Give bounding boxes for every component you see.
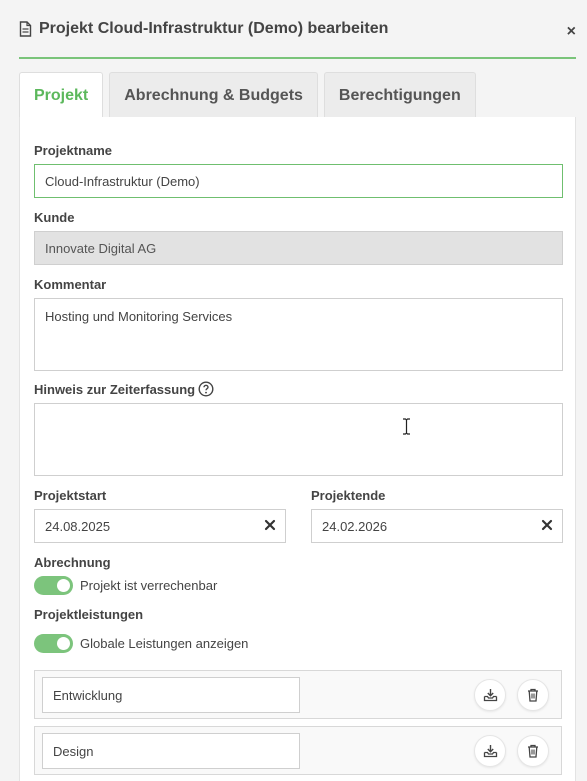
globale-toggle[interactable]: [34, 634, 73, 653]
close-icon[interactable]: ×: [567, 24, 576, 40]
form-panel: Projektname Cloud-Infrastruktur (Demo) K…: [19, 117, 576, 781]
kommentar-label: Kommentar: [34, 277, 107, 292]
projektende-label: Projektende: [311, 488, 386, 503]
question-circle-icon[interactable]: [198, 381, 214, 397]
verrechenbar-toggle[interactable]: [34, 576, 73, 595]
import-button[interactable]: [474, 679, 506, 711]
globale-row: Globale Leistungen anzeigen: [34, 634, 248, 653]
service-row: Entwicklung: [34, 670, 562, 719]
leistungen-label: Projektleistungen: [34, 607, 144, 622]
projektname-label: Projektname: [34, 143, 113, 158]
hinweis-label: Hinweis zur Zeiterfassung: [34, 381, 214, 397]
x-icon[interactable]: [541, 519, 553, 531]
verrechenbar-row: Projekt ist verrechenbar: [34, 576, 217, 595]
tray-download-icon: [483, 745, 497, 758]
projektstart-label: Projektstart: [34, 488, 107, 503]
abrechnung-label: Abrechnung: [34, 555, 111, 570]
projektende-value: 24.02.2026: [322, 518, 388, 534]
text-cursor-icon: [403, 418, 410, 435]
delete-button[interactable]: [517, 679, 549, 711]
document-icon: [19, 20, 33, 37]
delete-button[interactable]: [517, 735, 549, 767]
tray-download-icon: [483, 689, 497, 702]
tab-projekt[interactable]: Projekt: [19, 72, 104, 118]
tab-berechtigungen[interactable]: Berechtigungen: [323, 72, 476, 118]
tab-abrechnung-budgets[interactable]: Abrechnung & Budgets: [109, 72, 318, 118]
kunde-value: Innovate Digital AG: [45, 240, 157, 256]
service-name-input[interactable]: Entwicklung: [42, 677, 300, 713]
kunde-label: Kunde: [34, 210, 75, 225]
service-name-input[interactable]: Design: [42, 733, 300, 769]
dialog-title: Projekt Cloud-Infrastruktur (Demo) bearb…: [39, 19, 389, 37]
kommentar-value: Hosting und Monitoring Services: [45, 309, 233, 324]
service-row: Design: [34, 726, 562, 775]
projektstart-value: 24.08.2025: [45, 518, 111, 534]
dialog-header: Projekt Cloud-Infrastruktur (Demo) bearb…: [19, 0, 576, 59]
projektstart-input[interactable]: 24.08.2025: [34, 509, 286, 543]
verrechenbar-label: Projekt ist verrechenbar: [80, 578, 218, 593]
x-icon[interactable]: [264, 519, 276, 531]
hinweis-label-text: Hinweis zur Zeiterfassung: [34, 382, 196, 397]
projektende-input[interactable]: 24.02.2026: [311, 509, 563, 543]
tab-bar: Projekt Abrechnung & Budgets Berechtigun…: [19, 72, 476, 118]
hinweis-textarea[interactable]: [34, 403, 563, 476]
projektname-input[interactable]: Cloud-Infrastruktur (Demo): [34, 164, 563, 198]
service-name: Entwicklung: [53, 687, 123, 703]
globale-label: Globale Leistungen anzeigen: [80, 636, 249, 651]
trash-icon: [528, 688, 538, 702]
kommentar-textarea[interactable]: Hosting und Monitoring Services: [34, 298, 563, 371]
trash-icon: [528, 744, 538, 758]
projektname-value: Cloud-Infrastruktur (Demo): [45, 173, 200, 189]
service-name: Design: [53, 743, 94, 759]
kunde-field: Innovate Digital AG: [34, 231, 563, 265]
import-button[interactable]: [474, 735, 506, 767]
